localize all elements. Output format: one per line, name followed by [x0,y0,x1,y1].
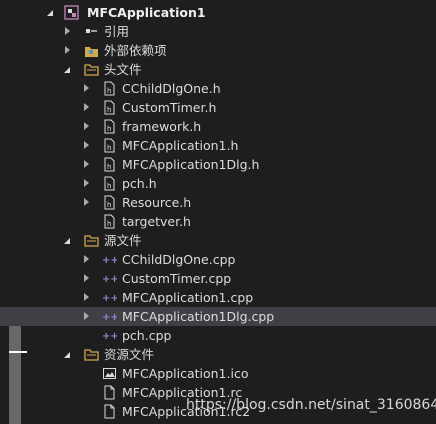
collapse-arrow-icon[interactable] [81,136,93,155]
svg-text:++: ++ [102,274,117,285]
header-file-icon: h [102,214,117,229]
tree-item-label: Resource.h [122,195,192,210]
project-node[interactable]: MFCApplication1 [0,3,436,22]
svg-text:h: h [107,125,111,133]
expand-arrow-icon[interactable] [62,231,74,250]
header-file-icon: h [102,157,117,172]
tree-item-label: 源文件 [104,233,142,248]
svg-text:++: ++ [102,293,117,304]
tree-item[interactable]: ++ MFCApplication1.cpp [0,288,436,307]
tree-item[interactable]: ++ MFCApplication1Dlg.cpp [0,307,436,326]
svg-text:++: ++ [102,312,117,323]
tree-item-label: targetver.h [122,214,191,229]
tree-item[interactable]: h framework.h [0,117,436,136]
tree-item[interactable]: h CChildDlgOne.h [0,79,436,98]
tree-item-label: pch.h [122,176,157,191]
tree-item-label: MFCApplication1Dlg.h [122,157,260,172]
tree-item[interactable]: h MFCApplication1Dlg.h [0,155,436,174]
image-file-icon [102,366,117,381]
tree-item[interactable]: 引用 [0,22,436,41]
header-file-icon: h [102,138,117,153]
tree-item-label: MFCApplication1 [87,5,206,20]
tree-item-label: MFCApplication1Dlg.cpp [122,309,275,324]
watermark-text: https://blog.csdn.net/sinat_31608641 [186,397,436,413]
tree-item[interactable]: ++ pch.cpp [0,326,436,345]
resource-file-icon [102,404,117,419]
tree-item-label: 引用 [104,24,130,39]
collapse-arrow-icon[interactable] [81,288,93,307]
collapse-arrow-icon[interactable] [62,22,74,41]
tree-item[interactable]: ++ CustomTimer.cpp [0,269,436,288]
solution-explorer-tree: MFCApplication1 引用外部依赖项头文件 h CChildDlgOne.h… [0,0,436,424]
tree-item[interactable]: h Resource.h [0,193,436,212]
cpp-file-icon: ++ [102,290,119,305]
cpp-file-icon: ++ [102,252,119,267]
tree-item[interactable]: h MFCApplication1.h [0,136,436,155]
references-icon [84,24,99,39]
cpp-file-icon: ++ [102,328,119,343]
collapse-arrow-icon[interactable] [81,98,93,117]
collapse-arrow-icon[interactable] [81,155,93,174]
tree-item-label: CustomTimer.h [122,100,217,115]
header-file-icon: h [102,119,117,134]
tree-item-label: CChildDlgOne.cpp [122,252,236,267]
folder-icon [84,347,99,362]
resource-file-icon [102,385,117,400]
tree-item-label: 资源文件 [104,347,155,362]
cpp-file-icon: ++ [102,271,119,286]
header-file-icon: h [102,195,117,210]
project-icon [64,5,79,20]
svg-text:++: ++ [102,255,117,266]
external-deps-icon [84,43,99,58]
tree-item-label: 外部依赖项 [104,43,167,58]
header-file-icon: h [102,100,117,115]
tree-item-label: 头文件 [104,62,142,77]
tree-item[interactable]: 源文件 [0,231,436,250]
tree-item[interactable]: 头文件 [0,60,436,79]
expand-arrow-icon[interactable] [45,3,57,22]
tree-item-label: pch.cpp [122,328,172,343]
collapse-arrow-icon[interactable] [81,307,93,326]
svg-text:h: h [107,87,111,95]
tree-item-label: MFCApplication1.ico [122,366,249,381]
collapse-arrow-icon[interactable] [81,174,93,193]
tree-item[interactable]: ++ CChildDlgOne.cpp [0,250,436,269]
svg-text:h: h [107,163,111,171]
cpp-file-icon: ++ [102,309,119,324]
collapse-arrow-icon[interactable] [81,79,93,98]
svg-text:h: h [107,201,111,209]
collapse-arrow-icon[interactable] [81,193,93,212]
expand-arrow-icon[interactable] [62,60,74,79]
tree-item[interactable]: 资源文件 [0,345,436,364]
collapse-arrow-icon[interactable] [81,269,93,288]
tree-item-label: framework.h [122,119,202,134]
collapse-arrow-icon[interactable] [81,250,93,269]
svg-text:h: h [107,182,111,190]
svg-text:h: h [107,144,111,152]
tree-item-label: CChildDlgOne.h [122,81,221,96]
svg-text:h: h [107,106,111,114]
tree-item[interactable]: h CustomTimer.h [0,98,436,117]
folder-icon [84,62,99,77]
svg-text:++: ++ [102,331,117,342]
collapse-arrow-icon[interactable] [81,117,93,136]
tree-item-label: MFCApplication1.cpp [122,290,254,305]
expand-arrow-icon[interactable] [62,345,74,364]
tree-item[interactable]: h targetver.h [0,212,436,231]
tree-item[interactable]: MFCApplication1.ico [0,364,436,383]
tree-item[interactable]: h pch.h [0,174,436,193]
folder-icon [84,233,99,248]
tree-item-label: MFCApplication1.h [122,138,239,153]
tree-item-label: CustomTimer.cpp [122,271,232,286]
collapse-arrow-icon[interactable] [62,41,74,60]
svg-text:h: h [107,220,111,228]
header-file-icon: h [102,176,117,191]
header-file-icon: h [102,81,117,96]
tree-item[interactable]: 外部依赖项 [0,41,436,60]
